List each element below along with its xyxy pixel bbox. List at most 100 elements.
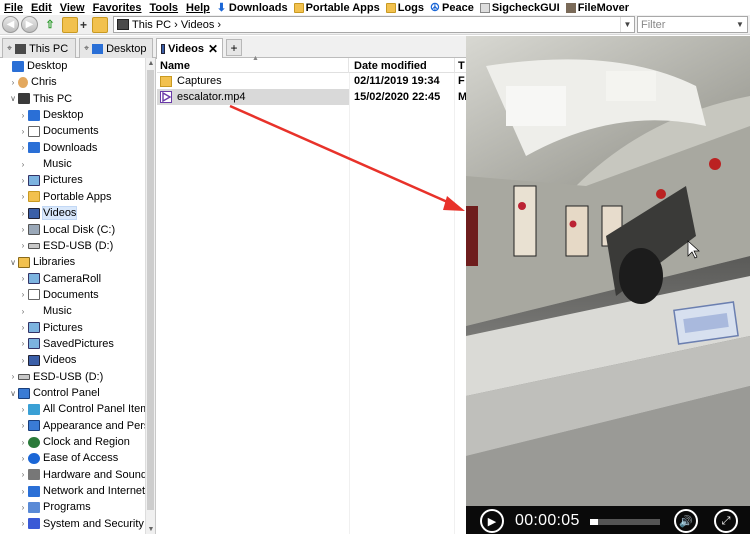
scroll-thumb[interactable] — [147, 70, 154, 510]
tree-item-pictures[interactable]: › Pictures — [18, 320, 83, 336]
expand-chevron-icon[interactable]: › — [18, 487, 28, 496]
tree-item-documents[interactable]: › Documents — [18, 287, 99, 303]
tree-item-music[interactable]: › Music — [18, 156, 72, 172]
tree-item-documents[interactable]: › Documents — [18, 123, 99, 139]
expand-chevron-icon[interactable]: › — [18, 160, 28, 169]
file-row-captures[interactable]: Captures 02/11/2019 19:34 F — [157, 73, 466, 89]
expand-chevron-icon[interactable]: › — [18, 209, 28, 218]
column-label: Name — [160, 59, 190, 72]
tree-item-esd-usb-d[interactable]: › ESD-USB (D:) — [18, 238, 114, 254]
tree-item-chris[interactable]: › Chris — [8, 74, 57, 90]
collapse-chevron-icon[interactable]: ∨ — [8, 258, 18, 267]
menu-tools[interactable]: Tools — [146, 2, 183, 14]
tree-item-music[interactable]: › Music — [18, 303, 72, 319]
expand-chevron-icon[interactable]: › — [18, 339, 28, 348]
tree-scrollbar[interactable]: ▲ ▼ — [145, 58, 155, 534]
tree-item-all-control-panel-item[interactable]: › All Control Panel Item — [18, 401, 150, 417]
tree-item-appearance-and-pers[interactable]: › Appearance and Pers — [18, 418, 150, 434]
tab-desktop[interactable]: ⌖ Desktop — [79, 38, 153, 58]
tree-item-videos[interactable]: › Videos — [18, 205, 78, 221]
expand-chevron-icon[interactable]: › — [18, 405, 28, 414]
menu-help[interactable]: Help — [182, 2, 214, 14]
expand-chevron-icon[interactable]: › — [18, 176, 28, 185]
expand-chevron-icon[interactable]: › — [18, 323, 28, 332]
expand-chevron-icon[interactable]: › — [18, 274, 28, 283]
folders-button[interactable] — [62, 16, 78, 33]
favorite-downloads[interactable]: ⬇ Downloads — [214, 2, 291, 14]
expand-chevron-icon[interactable]: › — [18, 519, 28, 528]
tree-item-downloads[interactable]: › Downloads — [18, 140, 98, 156]
tree-item-portable-apps[interactable]: › Portable Apps — [18, 189, 112, 205]
tree-item-system-and-security[interactable]: › System and Security — [18, 516, 144, 532]
filter-box[interactable]: ▼ — [637, 16, 748, 33]
expand-chevron-icon[interactable]: › — [18, 111, 28, 120]
expand-chevron-icon[interactable]: › — [18, 192, 28, 201]
video-frame[interactable] — [466, 36, 750, 506]
expand-chevron-icon[interactable]: › — [18, 290, 28, 299]
favorite-sigcheckgui[interactable]: SigcheckGUI — [477, 2, 563, 14]
tree-item-programs[interactable]: › Programs — [18, 499, 91, 515]
collapse-chevron-icon[interactable]: ∨ — [8, 94, 18, 103]
expand-chevron-icon[interactable]: › — [18, 438, 28, 447]
tree-item-libraries[interactable]: ∨ Libraries — [8, 254, 75, 270]
tree-item-desktop[interactable]: Desktop — [2, 58, 67, 74]
expand-chevron-icon[interactable]: › — [18, 225, 28, 234]
favorite-filemover[interactable]: FileMover — [563, 2, 632, 14]
expand-chevron-icon[interactable]: › — [18, 454, 28, 463]
expand-chevron-icon[interactable]: › — [18, 127, 28, 136]
filter-input[interactable] — [638, 18, 736, 31]
tree-item-cameraroll[interactable]: › CameraRoll — [18, 271, 101, 287]
address-dropdown-icon[interactable]: ▼ — [620, 17, 634, 32]
play-button[interactable]: ▶ — [480, 509, 504, 533]
tree-item-pictures[interactable]: › Pictures — [18, 172, 83, 188]
back-button[interactable]: ◀ — [2, 16, 19, 33]
tree-item-savedpictures[interactable]: › SavedPictures — [18, 336, 114, 352]
expand-chevron-icon[interactable]: › — [18, 143, 28, 152]
menu-file[interactable]: File — [0, 2, 27, 14]
expand-chevron-icon[interactable]: › — [18, 470, 28, 479]
fullscreen-button[interactable]: ⤢ — [714, 509, 738, 533]
menu-view[interactable]: View — [56, 2, 89, 14]
tab-videos[interactable]: Videos ✕ — [156, 38, 223, 59]
column-name[interactable]: Name ▲ — [157, 55, 349, 73]
menu-favorites[interactable]: Favorites — [89, 2, 146, 14]
tree-item-this-pc[interactable]: ∨ This PC — [8, 91, 72, 107]
favorite-portable-apps[interactable]: Portable Apps — [291, 2, 383, 14]
up-folder-button[interactable]: ⇧ — [42, 17, 58, 33]
tree-item-ease-of-access[interactable]: › Ease of Access — [18, 450, 119, 466]
tree-item-control-panel[interactable]: ∨ Control Panel — [8, 385, 100, 401]
expand-chevron-icon[interactable]: › — [8, 78, 18, 87]
expand-chevron-icon[interactable]: › — [18, 503, 28, 512]
menu-edit[interactable]: Edit — [27, 2, 56, 14]
tree-item-videos[interactable]: › Videos — [18, 352, 77, 368]
expand-chevron-icon[interactable]: › — [18, 356, 28, 365]
expand-chevron-icon[interactable]: › — [8, 372, 18, 381]
scroll-down-icon[interactable]: ▼ — [146, 524, 155, 534]
favorite-peace[interactable]: ☮ Peace — [427, 2, 477, 14]
tab-this-pc[interactable]: ⌖ This PC — [2, 38, 76, 58]
expand-chevron-icon[interactable]: › — [18, 307, 28, 316]
tree-item-esd-usb-d[interactable]: › ESD-USB (D:) — [8, 369, 104, 385]
favorite-logs[interactable]: Logs — [383, 2, 427, 14]
collapse-chevron-icon[interactable]: ∨ — [8, 389, 18, 398]
open-folder-button[interactable] — [92, 16, 108, 33]
plus-icon: + — [230, 40, 238, 55]
file-row-escalator[interactable]: escalator.mp4 15/02/2020 22:45 M — [157, 89, 466, 105]
address-bar[interactable]: This PC › Videos › ▼ — [113, 16, 635, 33]
volume-button[interactable]: 🔊 — [674, 509, 698, 533]
tree-item-desktop[interactable]: › Desktop — [18, 107, 84, 123]
new-tab-plus-icon[interactable]: + — [80, 18, 88, 32]
seek-bar[interactable] — [590, 519, 660, 525]
expand-chevron-icon[interactable]: › — [18, 421, 28, 430]
tree-item-hardware-and-sound[interactable]: › Hardware and Sound — [18, 467, 147, 483]
filter-dropdown-icon[interactable]: ▼ — [736, 20, 744, 29]
tree-item-local-disk-c[interactable]: › Local Disk (C:) — [18, 222, 115, 238]
new-tab-button[interactable]: + — [226, 39, 242, 56]
expand-chevron-icon[interactable]: › — [18, 241, 28, 250]
tree-item-clock-and-region[interactable]: › Clock and Region — [18, 434, 130, 450]
forward-button[interactable]: ▶ — [21, 16, 38, 33]
column-date-modified[interactable]: Date modified — [351, 58, 455, 73]
tree-item-network-and-internet[interactable]: › Network and Internet — [18, 483, 145, 499]
close-tab-icon[interactable]: ✕ — [208, 42, 218, 56]
scroll-up-icon[interactable]: ▲ — [146, 58, 155, 68]
